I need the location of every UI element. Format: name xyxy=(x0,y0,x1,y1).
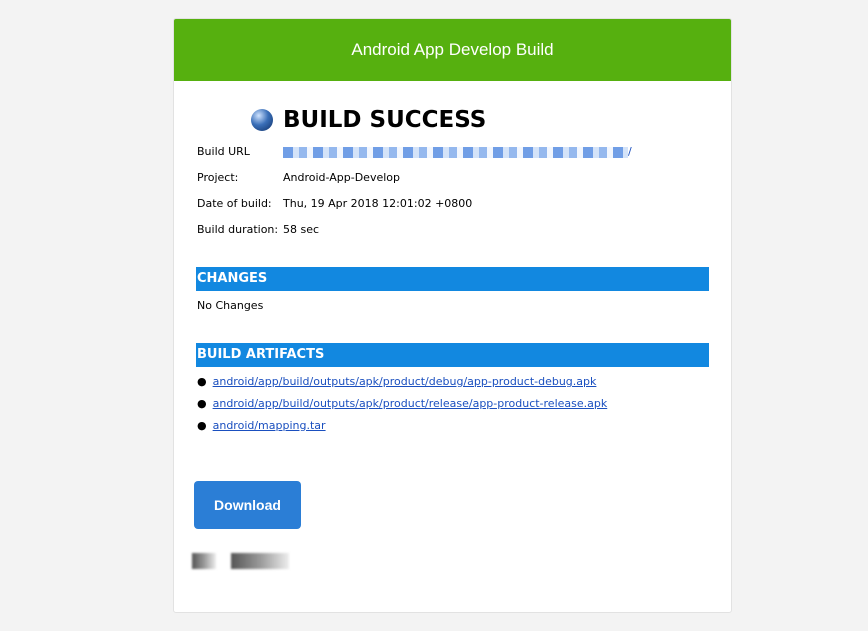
label: Build duration: xyxy=(197,223,279,236)
date-row: Date of build: Thu, 19 Apr 2018 12:01:02 … xyxy=(197,197,472,210)
build-url-link[interactable]: / xyxy=(628,145,632,158)
header-title: Android App Develop Build xyxy=(351,40,554,59)
changes-text: No Changes xyxy=(197,299,264,312)
duration-row: Build duration: 58 sec xyxy=(197,223,319,236)
artifact-link[interactable]: android/app/build/outputs/apk/product/re… xyxy=(213,397,608,410)
build-url-link-redacted[interactable] xyxy=(283,146,628,158)
download-button[interactable]: Download xyxy=(194,481,301,529)
redacted-text xyxy=(192,553,216,569)
build-email-card: Android App Develop Build BUILD SUCCESS … xyxy=(173,18,732,613)
artifact-link[interactable]: android/app/build/outputs/apk/product/de… xyxy=(213,375,597,388)
project-row: Project: Android-App-Develop xyxy=(197,171,400,184)
value: Android-App-Develop xyxy=(283,171,400,184)
artifact-item: ● android/app/build/outputs/apk/product/d… xyxy=(197,375,597,388)
redacted-text xyxy=(231,553,289,569)
artifact-item: ● android/mapping.tar xyxy=(197,419,326,432)
status-title: BUILD SUCCESS xyxy=(283,107,487,133)
label: Date of build: xyxy=(197,197,272,210)
value: Thu, 19 Apr 2018 12:01:02 +0800 xyxy=(283,197,473,210)
build-url-row: Build URL / xyxy=(197,145,632,158)
header: Android App Develop Build xyxy=(174,19,731,81)
label: Build URL xyxy=(197,145,250,158)
artifact-link[interactable]: android/mapping.tar xyxy=(213,419,326,432)
artifacts-heading: BUILD ARTIFACTS xyxy=(196,343,709,367)
artifact-item: ● android/app/build/outputs/apk/product/r… xyxy=(197,397,608,410)
blue-ball-icon xyxy=(251,109,273,131)
changes-heading: CHANGES xyxy=(196,267,709,291)
label: Project: xyxy=(197,171,239,184)
build-status: BUILD SUCCESS xyxy=(251,107,486,133)
value: 58 sec xyxy=(283,223,320,236)
